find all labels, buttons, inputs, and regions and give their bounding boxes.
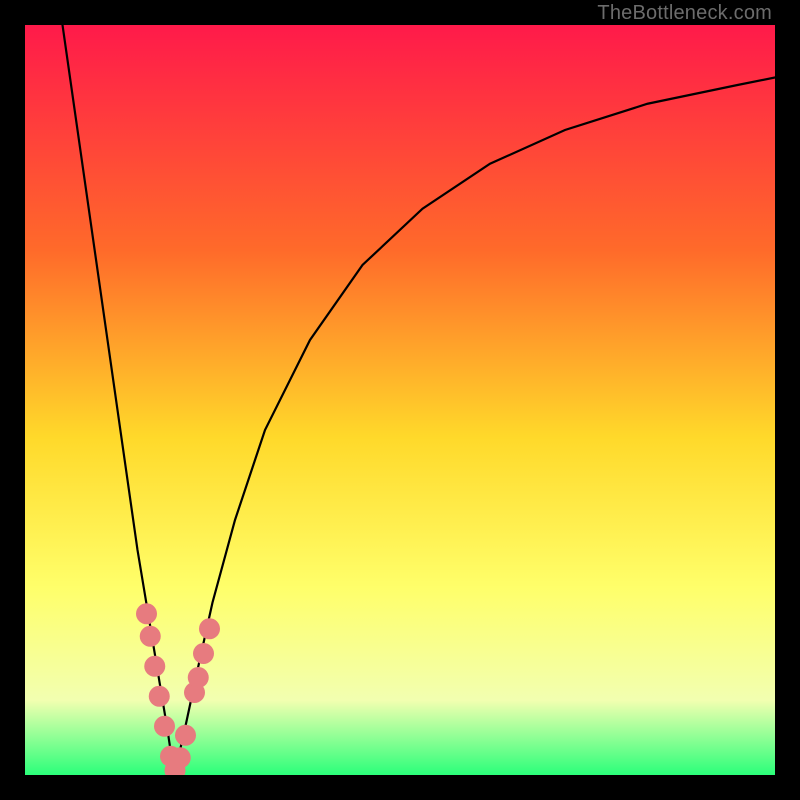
chart-frame: TheBottleneck.com: [0, 0, 800, 800]
data-marker: [136, 603, 157, 624]
data-marker: [149, 686, 170, 707]
data-marker: [193, 643, 214, 664]
data-marker: [154, 716, 175, 737]
data-marker: [140, 626, 161, 647]
data-marker: [188, 667, 209, 688]
gradient-background: [25, 25, 775, 775]
watermark-text: TheBottleneck.com: [597, 2, 772, 25]
data-marker: [170, 747, 191, 768]
data-marker: [144, 656, 165, 677]
plot-area: [25, 25, 775, 775]
data-marker: [199, 618, 220, 639]
bottleneck-curve-chart: [25, 25, 775, 775]
data-marker: [175, 725, 196, 746]
